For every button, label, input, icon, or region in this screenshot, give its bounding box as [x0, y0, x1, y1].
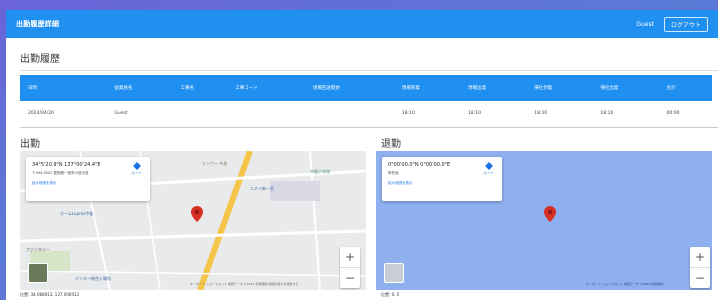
table-row: 2024/04/26 Guest 18:10 18:10 18:10 18:10… — [20, 101, 712, 125]
clock-in-map[interactable]: テンワー 中島 中島小学校 ニチイ新一宮 ホームLupros中島 ファンタジー … — [20, 151, 366, 290]
table-cell: Guest — [114, 110, 128, 116]
col-header: 現場出発 — [468, 86, 487, 91]
username-label: Guest — [636, 20, 654, 28]
table-cell: 18:10 — [468, 110, 482, 116]
col-header: 合計 — [666, 86, 676, 91]
zoom-in-button[interactable]: + — [340, 247, 360, 267]
col-header: 帰社出発 — [600, 86, 619, 91]
col-header: 帰社到着 — [534, 86, 553, 91]
history-title: 出勤履歴 — [20, 54, 60, 65]
directions-icon — [484, 162, 493, 170]
map-label: 中島小学校 — [310, 169, 330, 174]
directions-button[interactable]: ルート — [483, 162, 495, 176]
directions-icon — [132, 162, 141, 170]
address-text: 所在地 — [388, 171, 399, 175]
address-text: 〒494-0001 愛知県一宮市小信中島 — [32, 171, 89, 175]
zoom-in-button[interactable]: + — [690, 247, 710, 267]
map-attribution: キーボード ショートカット 地図データ ©2024 利用規約 — [586, 282, 664, 286]
page-title: 出勤履歴詳細 — [16, 20, 60, 28]
table-cell: 00:00 — [666, 110, 680, 116]
map-label: デンキー総合入場所 — [75, 276, 111, 281]
map-label: ニチイ新一宮 — [250, 186, 274, 191]
zoom-out-button[interactable]: − — [340, 268, 360, 288]
clock-out-title: 退勤 — [381, 139, 401, 150]
history-table: 日時 従業員名 工事名 工事コード 現場回送開始 現場到着 現場出発 帰社到着 … — [20, 75, 712, 125]
location-marker-icon — [191, 206, 203, 222]
clock-in-title: 出勤 — [20, 139, 40, 150]
satellite-toggle[interactable] — [28, 263, 48, 283]
col-header: 日時 — [28, 86, 37, 91]
table-cell: 18:10 — [600, 110, 614, 116]
clock-out-location-text: 位置: 0, 0 — [381, 292, 400, 297]
zoom-control: + − — [690, 247, 710, 288]
map-info-card: 0°00'00.0"N 0°00'00.0"E 所在地 拡大地図を表示 ルート — [382, 157, 502, 201]
zoom-out-button[interactable]: − — [690, 268, 710, 288]
col-header: 工事名 — [180, 86, 195, 91]
map-label: テンワー 中島 — [202, 161, 228, 166]
coords-text: 0°00'00.0"N 0°00'00.0"E — [388, 162, 451, 168]
table-cell — [305, 101, 394, 125]
col-header: 工事コード — [235, 86, 258, 91]
table-cell: 18:10 — [534, 110, 548, 116]
view-larger-map-link[interactable]: 拡大地図を表示 — [388, 181, 496, 186]
map-info-card: 34°5'20.9"N 137°00'24.4"E 〒494-0001 愛知県一… — [26, 157, 150, 201]
table-cell — [173, 101, 228, 125]
table-cell: 2024/04/26 — [28, 110, 54, 116]
table-cell: 18:10 — [401, 110, 415, 116]
map-label: ホームLupros中島 — [60, 211, 94, 216]
col-header: 現場回送開始 — [312, 86, 340, 91]
map-attribution: キーボード ショートカット 地図データ ©2024 利用規約 地図の誤りを報告す… — [190, 282, 299, 286]
clock-in-location-text: 位置: 34.088913, 137.006913 — [20, 292, 79, 297]
location-marker-icon — [544, 206, 556, 222]
table-cell — [227, 101, 305, 125]
top-navbar: 出勤履歴詳細 Guest ログアウト — [6, 10, 718, 38]
directions-label: ルート — [483, 171, 495, 175]
divider — [20, 70, 718, 71]
map-label: ファンタジー — [26, 247, 50, 252]
clock-out-map[interactable]: 0°00'00.0"N 0°00'00.0"E 所在地 拡大地図を表示 ルート … — [376, 151, 712, 290]
col-header: 現場到着 — [401, 86, 420, 91]
coords-text: 34°5'20.9"N 137°00'24.4"E — [32, 162, 101, 168]
directions-button[interactable]: ルート — [131, 162, 143, 176]
satellite-toggle[interactable] — [384, 263, 404, 283]
view-larger-map-link[interactable]: 拡大地図を表示 — [32, 181, 144, 186]
divider — [20, 127, 718, 128]
directions-label: ルート — [131, 171, 143, 175]
logout-button[interactable]: ログアウト — [663, 16, 708, 32]
col-header: 従業員名 — [114, 86, 133, 91]
zoom-control: + − — [340, 247, 360, 288]
history-header-row: 日時 従業員名 工事名 工事コード 現場回送開始 現場到着 現場出発 帰社到着 … — [20, 75, 712, 101]
